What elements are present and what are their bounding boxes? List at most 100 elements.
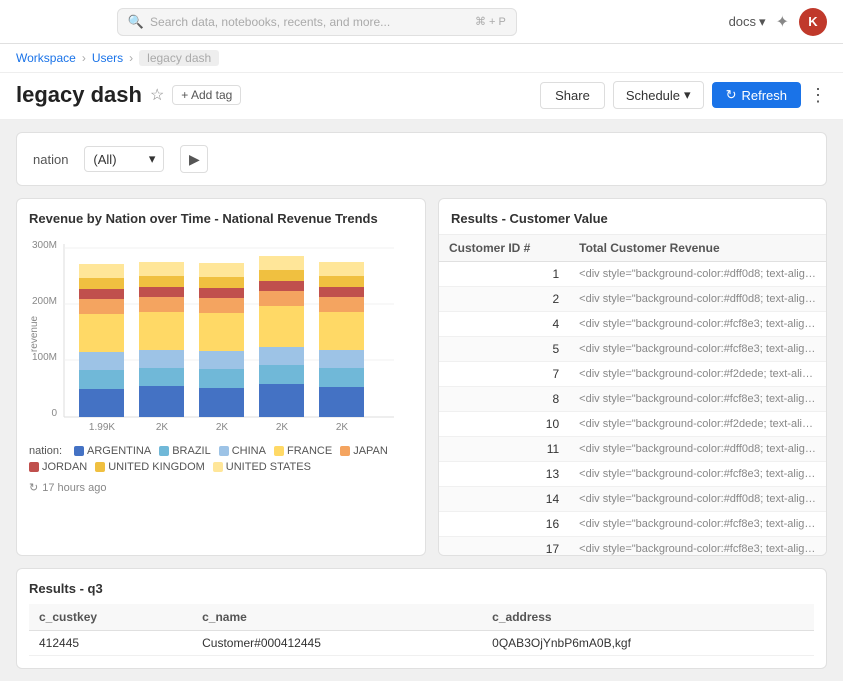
charts-area: Revenue by Nation over Time - National R…	[16, 198, 827, 556]
search-shortcut: ⌘ + P	[475, 15, 506, 28]
legend-uk-dot	[95, 462, 105, 472]
refresh-small-icon: ↻	[29, 481, 38, 494]
avatar[interactable]: K	[799, 8, 827, 36]
table-row: 17<div style="background-color:#fcf8e3; …	[439, 537, 826, 556]
table-row: 10<div style="background-color:#f2dede; …	[439, 412, 826, 437]
chart-legend: nation: ARGENTINA BRAZIL CHINA	[29, 445, 413, 457]
customer-revenue-cell: <div style="background-color:#f2dede; te…	[569, 412, 826, 437]
nav-right: docs ▾ ✦ K	[729, 8, 827, 36]
x-tick-5: 2K	[336, 422, 349, 433]
customer-revenue-cell: <div style="background-color:#fcf8e3; te…	[569, 462, 826, 487]
table-row: 16<div style="background-color:#fcf8e3; …	[439, 512, 826, 537]
customer-id-cell: 11	[439, 437, 569, 462]
legend-brazil-label: BRAZIL	[172, 445, 211, 457]
customer-revenue-cell: <div style="background-color:#dff0d8; te…	[569, 487, 826, 512]
favorite-icon[interactable]: ☆	[150, 85, 164, 105]
breadcrumb-users[interactable]: Users	[92, 51, 123, 65]
bar-argentina-1	[79, 389, 124, 417]
legend-us: UNITED STATES	[213, 461, 311, 473]
customer-id-cell: 14	[439, 487, 569, 512]
col-address: c_address	[482, 604, 814, 631]
bar-china-1	[79, 352, 124, 370]
table-row: 1<div style="background-color:#dff0d8; t…	[439, 262, 826, 287]
x-tick-1: 1.99K	[89, 422, 115, 433]
customer-revenue-cell: <div style="background-color:#fcf8e3; te…	[569, 337, 826, 362]
table-row: 5<div style="background-color:#fcf8e3; t…	[439, 337, 826, 362]
schedule-label: Schedule	[626, 88, 680, 103]
table-row: 4<div style="background-color:#fcf8e3; t…	[439, 312, 826, 337]
customer-id-cell: 16	[439, 512, 569, 537]
breadcrumb-sep2: ›	[129, 51, 133, 65]
customer-revenue-cell: <div style="background-color:#dff0d8; te…	[569, 262, 826, 287]
table-row: 8<div style="background-color:#fcf8e3; t…	[439, 387, 826, 412]
legend-jordan-dot	[29, 462, 39, 472]
page-header: legacy dash ☆ + Add tag Share Schedule ▾…	[0, 73, 843, 120]
bottom-results-title: Results - q3	[29, 581, 814, 596]
x-tick-3: 2K	[216, 422, 229, 433]
time-ago: ↻ 17 hours ago	[29, 481, 413, 494]
col-total-revenue: Total Customer Revenue	[569, 235, 826, 262]
legend-argentina-label: ARGENTINA	[87, 445, 151, 457]
table-row: 14<div style="background-color:#dff0d8; …	[439, 487, 826, 512]
legend-jordan-label: JORDAN	[42, 461, 87, 473]
customer-id-cell: 2	[439, 287, 569, 312]
more-options-button[interactable]: ⋮	[809, 85, 827, 106]
legend-uk-label: UNITED KINGDOM	[108, 461, 205, 473]
legend-us-dot	[213, 462, 223, 472]
results-q3-table: c_custkey c_name c_address 412445Custome…	[29, 604, 814, 656]
search-bar[interactable]: 🔍 Search data, notebooks, recents, and m…	[117, 8, 517, 36]
nation-filter-value: (All)	[93, 152, 116, 167]
header-actions: Share Schedule ▾ ↻ Refresh ⋮	[540, 81, 827, 109]
customer-revenue-cell: <div style="background-color:#fcf8e3; te…	[569, 387, 826, 412]
share-button[interactable]: Share	[540, 82, 605, 109]
schedule-chevron-icon: ▾	[684, 87, 691, 103]
filter-run-button[interactable]: ▶	[180, 145, 208, 173]
breadcrumb: Workspace › Users › legacy dash	[0, 44, 843, 73]
nation-filter-label: nation	[33, 152, 68, 167]
chart-title: Revenue by Nation over Time - National R…	[29, 211, 413, 226]
address-cell: 0QAB3OjYnbP6mA0B,kgf	[482, 631, 814, 656]
legend-argentina-dot	[74, 446, 84, 456]
legend-japan-dot	[340, 446, 350, 456]
customer-id-cell: 1	[439, 262, 569, 287]
docs-label: docs	[729, 14, 756, 29]
results-panel: Results - Customer Value Customer ID # T…	[438, 198, 827, 556]
refresh-button[interactable]: ↻ Refresh	[712, 82, 801, 108]
customer-revenue-cell: <div style="background-color:#dff0d8; te…	[569, 287, 826, 312]
customer-id-cell: 13	[439, 462, 569, 487]
legend-argentina: ARGENTINA	[74, 445, 151, 457]
chevron-down-icon: ▾	[759, 14, 766, 30]
custkey-cell: 412445	[29, 631, 192, 656]
y-tick-100m: 100M	[32, 352, 57, 363]
x-tick-2: 2K	[156, 422, 169, 433]
table-row: 13<div style="background-color:#fcf8e3; …	[439, 462, 826, 487]
filter-section: nation (All) ▾ ▶	[16, 132, 827, 186]
chart-panel: Revenue by Nation over Time - National R…	[16, 198, 426, 556]
y-tick-200m: 200M	[32, 296, 57, 307]
nation-filter-select[interactable]: (All) ▾	[84, 146, 164, 172]
magic-wand-icon[interactable]: ✦	[776, 12, 789, 32]
col-name: c_name	[192, 604, 482, 631]
legend-china: CHINA	[219, 445, 266, 457]
legend-japan: JAPAN	[340, 445, 388, 457]
bar-japan-1	[79, 299, 124, 314]
legend-us-label: UNITED STATES	[226, 461, 311, 473]
breadcrumb-sep1: ›	[82, 51, 86, 65]
docs-button[interactable]: docs ▾	[729, 14, 766, 30]
legend-brazil-dot	[159, 446, 169, 456]
schedule-button[interactable]: Schedule ▾	[613, 81, 704, 109]
refresh-label: Refresh	[741, 88, 787, 103]
bottom-results-panel: Results - q3 c_custkey c_name c_address …	[16, 568, 827, 669]
results-table-container[interactable]: Customer ID # Total Customer Revenue 1<d…	[439, 235, 826, 555]
legend-france-dot	[274, 446, 284, 456]
customer-id-cell: 5	[439, 337, 569, 362]
bar-us-1	[79, 264, 124, 278]
customer-revenue-cell: <div style="background-color:#f2dede; te…	[569, 362, 826, 387]
legend-france: FRANCE	[274, 445, 332, 457]
legend-uk: UNITED KINGDOM	[95, 461, 205, 473]
search-placeholder: Search data, notebooks, recents, and mor…	[150, 15, 390, 29]
breadcrumb-workspace[interactable]: Workspace	[16, 51, 76, 65]
add-tag-button[interactable]: + Add tag	[172, 85, 241, 105]
y-tick-0: 0	[51, 408, 57, 419]
page-title: legacy dash	[16, 82, 142, 108]
